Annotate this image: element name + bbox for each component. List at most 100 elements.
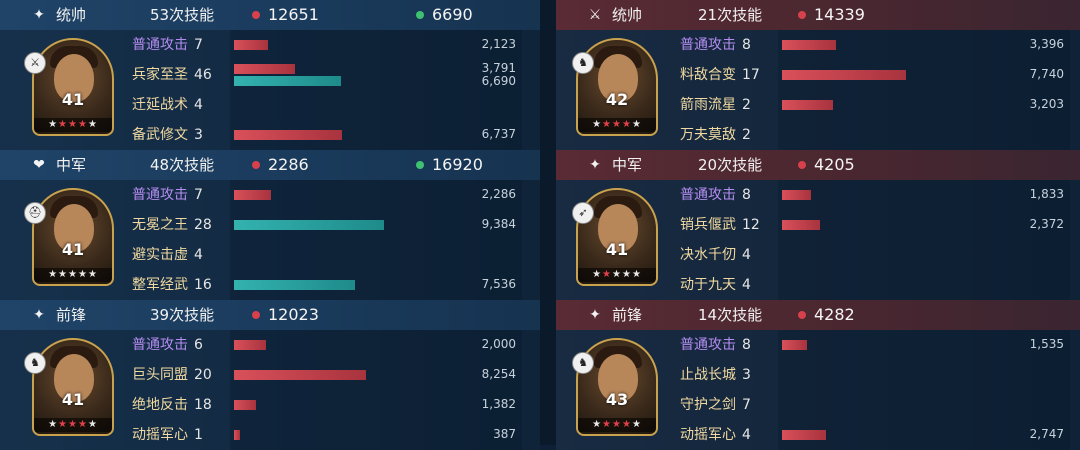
role-label: 前锋 — [612, 306, 643, 324]
heal-dot-icon — [416, 161, 424, 169]
hero-stars: ★★★★★ — [578, 268, 656, 282]
skill-count: 2 — [742, 97, 751, 113]
damage-bar — [234, 370, 366, 380]
sparkle-icon: ✦ — [589, 307, 601, 323]
star-icon: ★ — [68, 269, 78, 280]
damage-bar — [234, 40, 268, 50]
skill-name: 普通攻击 — [132, 37, 188, 53]
skill-value: 1,833 — [1029, 187, 1064, 201]
star-icon: ★ — [77, 269, 88, 280]
skill-bar-area — [778, 360, 1070, 390]
star-icon: ★ — [631, 419, 642, 430]
skill-row: 普通攻击 7 2,123 — [118, 30, 540, 60]
skill-row: 守护之剑 7 — [666, 390, 1080, 420]
skill-count: 17 — [742, 67, 760, 83]
unit-block: ✦ 前锋 39次技能 12023 ♞ 41 ★★★★★ 普通攻击 6 2,000 巨头同盟 20 8,2… — [0, 300, 540, 450]
skill-count: 6 — [194, 337, 203, 353]
heal-bar — [234, 280, 355, 290]
star-icon: ★ — [58, 269, 69, 280]
skill-name: 巨头同盟 — [132, 367, 188, 383]
skill-bar-area — [778, 390, 1070, 420]
skill-count: 8 — [742, 37, 751, 53]
skill-bar-area — [778, 120, 1070, 150]
skill-bar-area: 2,286 — [230, 180, 522, 210]
skill-count: 7 — [194, 187, 203, 203]
star-icon: ★ — [602, 269, 613, 280]
skill-value: 2,123 — [481, 37, 516, 51]
role-label: 中军 — [612, 156, 643, 174]
hero-level: 43 — [605, 390, 629, 409]
unit-body: ♞ 43 ★★★★★ 普通攻击 8 1,535 止战长城 3 守护之剑 7 动摇军心 4 2,747 — [556, 330, 1080, 450]
damage-bar — [782, 190, 811, 200]
star-icon: ★ — [68, 419, 78, 430]
skill-bar-area — [778, 240, 1070, 270]
skill-value: 2,372 — [1029, 217, 1064, 231]
damage-dot-icon — [252, 11, 260, 19]
skill-bar-area: 7,536 — [230, 270, 522, 300]
skill-value: 2,000 — [481, 337, 516, 351]
skill-row: 巨头同盟 20 8,254 — [118, 360, 540, 390]
skill-bar-area: 9,384 — [230, 210, 522, 240]
horse-icon: ♞ — [572, 52, 594, 74]
skill-name: 动于九天 — [680, 277, 736, 293]
horse-icon: ♞ — [572, 352, 594, 374]
hero-stars: ★★★★★ — [34, 418, 112, 432]
bow-icon: ➶ — [572, 202, 594, 224]
star-icon: ★ — [58, 419, 69, 430]
skill-name: 迁延战术 — [132, 97, 188, 113]
skill-count: 12 — [742, 217, 760, 233]
skill-row: 无冕之王 28 9,384 — [118, 210, 540, 240]
skill-row: 普通攻击 6 2,000 — [118, 330, 540, 360]
skill-count: 4 — [194, 97, 203, 113]
skill-count: 20 — [194, 367, 212, 383]
skill-row: 普通攻击 8 1,833 — [666, 180, 1080, 210]
skill-name: 决水千仞 — [680, 247, 736, 263]
star-icon: ★ — [77, 419, 88, 430]
star-icon: ★ — [621, 119, 632, 130]
skill-bar-area: 2,123 — [230, 30, 522, 60]
hero-level: 42 — [605, 90, 629, 109]
hero-portrait[interactable]: 41 ★★★★★ — [32, 38, 114, 136]
hero-portrait[interactable]: 41 ★★★★★ — [32, 188, 114, 286]
skill-row: 备武修文 3 6,737 — [118, 120, 540, 150]
skill-name: 动摇军心 — [680, 427, 736, 443]
skill-row: 普通攻击 7 2,286 — [118, 180, 540, 210]
unit-body: ➶ 41 ★★★★★ 普通攻击 8 1,833 销兵偃武 12 2,372 决水千仞 4 动于九天 4 — [556, 180, 1080, 300]
damage-total: 12023 — [268, 305, 319, 324]
unit-header: ❤ 中军 48次技能 2286 16920 — [0, 150, 540, 180]
skill-count: 1 — [194, 427, 203, 443]
unit-block: ✦ 前锋 14次技能 4282 ♞ 43 ★★★★★ 普通攻击 8 1,535 止战长城 3 守护之剑 7… — [556, 300, 1080, 450]
role-label: 前锋 — [56, 306, 87, 324]
unit-header: ⚔ 统帅 21次技能 14339 — [556, 0, 1080, 30]
skill-count: 2 — [742, 127, 751, 143]
hero-stars: ★★★★★ — [578, 118, 656, 132]
hero-stars: ★★★★★ — [34, 268, 112, 282]
skill-cast-count: 14次技能 — [698, 306, 763, 324]
skill-bar-area — [230, 240, 522, 270]
damage-bar — [782, 220, 820, 230]
star-icon: ★ — [631, 119, 642, 130]
skill-name: 动摇军心 — [132, 427, 188, 443]
damage-total: 4282 — [814, 305, 855, 324]
skill-row: 料敌合变 17 7,740 — [666, 60, 1080, 90]
damage-dot-icon — [798, 161, 806, 169]
skill-bar-area: 6,737 — [230, 120, 522, 150]
unit-header: ✦ 统帅 53次技能 12651 6690 — [0, 0, 540, 30]
skill-count: 28 — [194, 217, 212, 233]
skill-count: 3 — [742, 367, 751, 383]
skill-row: 止战长城 3 — [666, 360, 1080, 390]
hero-portrait[interactable]: 41 ★★★★★ — [32, 338, 114, 436]
star-icon: ★ — [612, 269, 622, 280]
star-icon: ★ — [87, 419, 98, 430]
star-icon: ★ — [87, 269, 98, 280]
sparkle-icon: ✦ — [589, 157, 601, 173]
skill-value: 7,536 — [481, 277, 516, 291]
skill-row: 避实击虚 4 — [118, 240, 540, 270]
skill-name: 普通攻击 — [132, 187, 188, 203]
damage-bar — [782, 430, 826, 440]
skill-row: 整军经武 16 7,536 — [118, 270, 540, 300]
damage-dot-icon — [798, 311, 806, 319]
skill-bar-area: 1,833 — [778, 180, 1070, 210]
unit-header: ✦ 中军 20次技能 4205 — [556, 150, 1080, 180]
skill-value: 1,535 — [1029, 337, 1064, 351]
